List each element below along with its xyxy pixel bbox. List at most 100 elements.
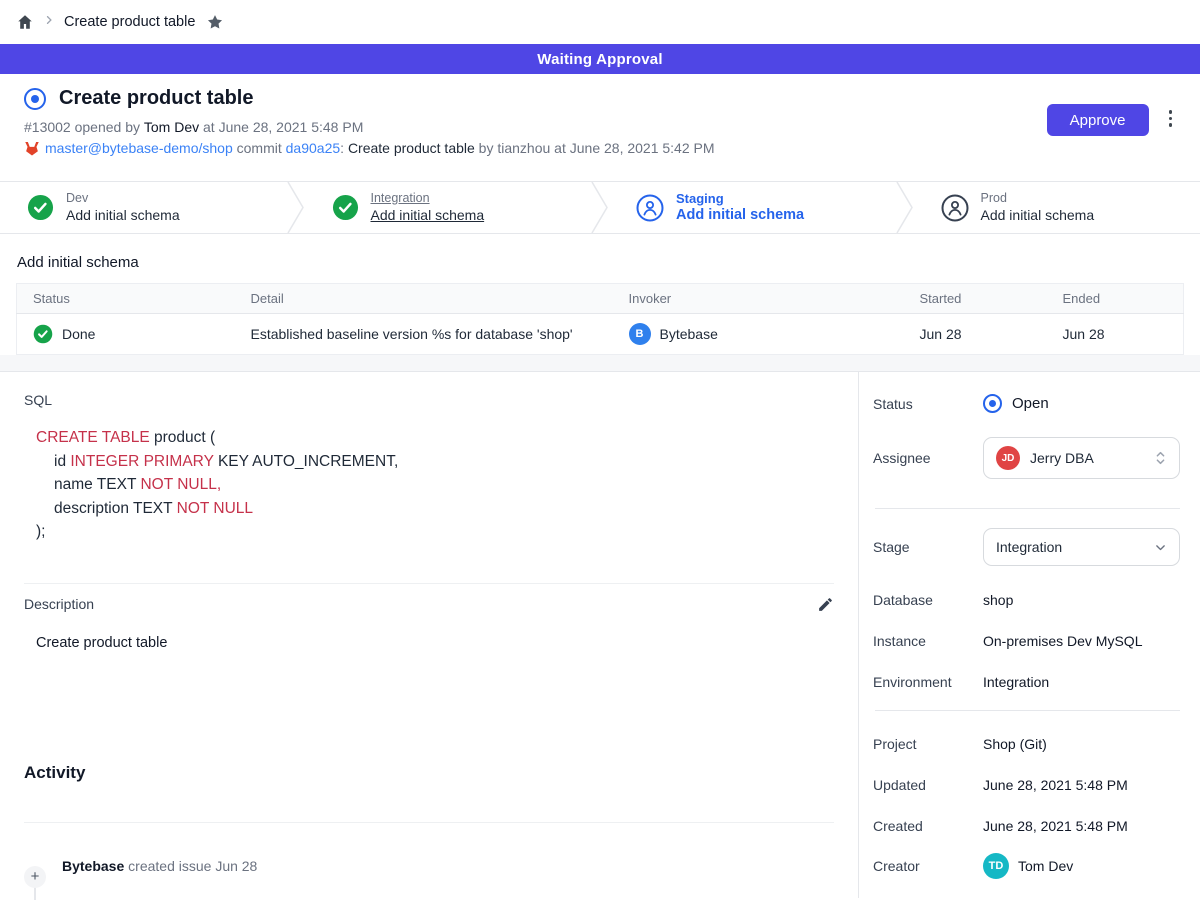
col-header-started: Started — [904, 284, 1047, 314]
activity-divider — [24, 822, 834, 823]
git-branch-link[interactable]: master@bytebase-demo/shop — [45, 140, 233, 156]
check-circle-icon — [33, 324, 53, 344]
invoker-avatar: B — [629, 323, 651, 345]
stage-task-label: Add initial schema — [981, 206, 1095, 224]
task-invoker: Bytebase — [660, 326, 718, 342]
person-circle-icon — [941, 194, 969, 222]
pipeline-stage-prod[interactable]: Prod Add initial schema — [914, 182, 1200, 233]
pipeline-stage-integration[interactable]: Integration Add initial schema — [305, 182, 592, 233]
sql-keyword: NOT NULL — [177, 500, 253, 517]
sql-text: product ( — [150, 429, 215, 446]
stage-label: Stage — [873, 539, 983, 555]
more-actions-icon[interactable] — [1165, 104, 1177, 133]
assignee-value: Jerry DBA — [1030, 450, 1094, 466]
issue-header-actions: Approve — [1047, 104, 1176, 181]
col-header-ended: Ended — [1047, 284, 1184, 314]
col-header-invoker: Invoker — [613, 284, 904, 314]
issue-header: Create product table #13002 opened by To… — [0, 74, 1200, 181]
issue-meta-suffix: at June 28, 2021 5:48 PM — [199, 119, 363, 135]
col-header-status: Status — [17, 284, 235, 314]
breadcrumb: Create product table — [0, 0, 1200, 44]
sql-text: name TEXT — [54, 476, 140, 493]
environment-label: Environment — [873, 674, 983, 690]
stage-env-label: Prod — [981, 191, 1095, 206]
sidebar-divider — [875, 508, 1180, 509]
person-circle-icon — [636, 194, 664, 222]
chevron-down-icon — [1154, 541, 1167, 554]
issue-sidebar: Status Open Assignee JD Jerry DBA Stage … — [858, 372, 1200, 898]
col-header-detail: Detail — [235, 284, 613, 314]
edit-pencil-icon[interactable] — [817, 596, 834, 613]
check-circle-icon — [27, 194, 54, 221]
git-commit-hash-link[interactable]: da90a25 — [286, 140, 341, 156]
assignee-select[interactable]: JD Jerry DBA — [983, 437, 1180, 479]
task-section-title: Add initial schema — [17, 254, 1184, 271]
approve-button[interactable]: Approve — [1047, 104, 1149, 136]
git-commit-message: Create product table — [348, 140, 475, 156]
instance-label: Instance — [873, 633, 983, 649]
created-value: June 28, 2021 5:48 PM — [983, 818, 1128, 834]
issue-meta-prefix: #13002 opened by — [24, 119, 144, 135]
git-commit-line: master@bytebase-demo/shop commit da90a25… — [24, 140, 715, 159]
stage-value: Integration — [996, 539, 1062, 555]
issue-header-left: Create product table #13002 opened by To… — [24, 87, 715, 181]
stage-task-label: Add initial schema — [66, 206, 180, 224]
project-value: Shop (Git) — [983, 736, 1047, 752]
updated-value: June 28, 2021 5:48 PM — [983, 777, 1128, 793]
issue-author: Tom Dev — [144, 119, 199, 135]
sql-text: KEY AUTO_INCREMENT, — [214, 453, 399, 470]
gitlab-icon — [24, 143, 40, 159]
git-commit-word: commit — [233, 140, 286, 156]
sidebar-divider — [875, 710, 1180, 711]
creator-label: Creator — [873, 858, 983, 874]
issue-open-icon — [24, 88, 46, 110]
sql-section-label: SQL — [24, 392, 834, 408]
status-value: Open — [1012, 395, 1049, 412]
breadcrumb-page-title[interactable]: Create product table — [64, 14, 195, 30]
task-started: Jun 28 — [904, 314, 1047, 355]
stage-separator-icon — [591, 182, 609, 233]
creator-avatar: TD — [983, 853, 1009, 879]
stage-select[interactable]: Integration — [983, 528, 1180, 566]
section-divider-strip — [0, 355, 1200, 372]
stage-env-label: Dev — [66, 191, 180, 206]
instance-value: On-premises Dev MySQL — [983, 633, 1142, 649]
created-label: Created — [873, 818, 983, 834]
stage-env-label: Integration — [371, 191, 485, 206]
sql-keyword: CREATE TABLE — [36, 429, 150, 446]
pipeline-stage-dev[interactable]: Dev Add initial schema — [0, 182, 287, 233]
creator-value: Tom Dev — [1018, 858, 1073, 874]
description-label: Description — [24, 596, 94, 612]
stage-task-label: Add initial schema — [676, 206, 804, 224]
pipeline-stage-staging[interactable]: Staging Add initial schema — [609, 182, 896, 233]
breadcrumb-chevron-icon — [43, 13, 55, 31]
project-label: Project — [873, 736, 983, 752]
star-icon[interactable] — [206, 13, 224, 31]
main-panel: SQL CREATE TABLE product ( id INTEGER PR… — [0, 372, 858, 898]
database-value: shop — [983, 592, 1013, 608]
description-divider — [24, 583, 834, 584]
activity-actor: Bytebase — [62, 858, 124, 874]
sql-text: ); — [36, 523, 45, 540]
task-status: Done — [62, 326, 95, 342]
environment-value: Integration — [983, 674, 1049, 690]
task-detail: Established baseline version %s for data… — [235, 314, 613, 355]
pipeline-stage-bar: Dev Add initial schema Integration Add i… — [0, 181, 1200, 234]
git-commit-suffix: by tianzhou at June 28, 2021 5:42 PM — [475, 140, 715, 156]
check-circle-icon — [332, 194, 359, 221]
status-banner-text: Waiting Approval — [537, 51, 662, 68]
activity-item: + Bytebase created issue Jun 28 — [24, 845, 834, 900]
database-label: Database — [873, 592, 983, 608]
task-ended: Jun 28 — [1047, 314, 1184, 355]
open-status-icon — [983, 394, 1002, 413]
table-row: Done Established baseline version %s for… — [17, 314, 1184, 355]
issue-meta: #13002 opened by Tom Dev at June 28, 202… — [24, 119, 715, 135]
sql-keyword: INTEGER PRIMARY — [70, 453, 213, 470]
assignee-avatar: JD — [996, 446, 1020, 470]
activity-action: created issue Jun 28 — [124, 858, 257, 874]
home-icon[interactable] — [16, 13, 34, 31]
updated-label: Updated — [873, 777, 983, 793]
sql-keyword: NOT NULL, — [140, 476, 221, 493]
task-section: Add initial schema Status Detail Invoker… — [0, 234, 1200, 355]
stage-env-label: Staging — [676, 191, 804, 206]
